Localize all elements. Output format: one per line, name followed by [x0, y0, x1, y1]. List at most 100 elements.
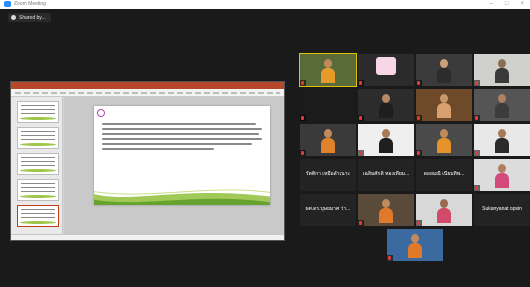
participant-video [495, 59, 509, 83]
participant-tile[interactable] [474, 89, 530, 121]
muted-mic-icon [417, 221, 420, 225]
slide-thumbnail-panel [11, 97, 63, 234]
participant-label [300, 150, 306, 156]
participant-tile[interactable] [416, 89, 472, 121]
shared-screen [10, 81, 285, 241]
participant-label [416, 115, 422, 121]
participant-video [437, 94, 451, 118]
participant-tile[interactable] [416, 194, 472, 226]
window-controls: – □ × [490, 0, 524, 9]
participant-tile[interactable] [358, 54, 414, 86]
slide-body-text [102, 123, 262, 153]
maximize-button[interactable]: □ [505, 0, 509, 9]
participant-video [321, 94, 335, 118]
muted-mic-icon [301, 81, 304, 85]
muted-mic-icon [359, 116, 362, 120]
participant-avatar [376, 57, 396, 75]
participant-video [408, 234, 422, 258]
muted-mic-icon [359, 151, 362, 155]
slide-thumbnail [17, 179, 59, 201]
participant-video [495, 164, 509, 188]
slide-decoration [94, 189, 270, 205]
participant-tile[interactable] [416, 124, 472, 156]
window-title: Zoom Meeting [14, 1, 46, 7]
participant-video [321, 129, 335, 153]
muted-mic-icon [301, 116, 304, 120]
participant-label [358, 220, 364, 226]
powerpoint-ribbon [11, 89, 284, 97]
participant-video [437, 199, 451, 223]
muted-mic-icon [388, 256, 391, 260]
participant-tile[interactable] [474, 54, 530, 86]
slide-thumbnail [17, 153, 59, 175]
participant-name: เฉลิมศักดิ์ ทองเทียม... [362, 171, 410, 177]
participant-video [321, 59, 335, 83]
muted-mic-icon [475, 116, 478, 120]
screen-share-indicator[interactable]: Shared by... [8, 13, 51, 22]
slide-thumbnail [17, 127, 59, 149]
participant-tile[interactable] [300, 124, 356, 156]
participant-tile[interactable] [358, 124, 414, 156]
participant-video [379, 129, 393, 153]
current-slide [94, 106, 270, 205]
participant-label [358, 150, 364, 156]
participant-label [300, 80, 306, 86]
powerpoint-title-bar [11, 82, 284, 89]
participant-label [474, 80, 480, 86]
muted-mic-icon [417, 81, 420, 85]
participant-tile[interactable]: ดอยมณี เนียมทิพ... [416, 159, 472, 191]
slide-canvas [64, 97, 284, 234]
participant-video [495, 94, 509, 118]
participant-label [358, 115, 364, 121]
participant-video [379, 94, 393, 118]
participant-video [495, 129, 509, 153]
participant-tile[interactable] [358, 89, 414, 121]
participant-label [474, 115, 480, 121]
participant-label [300, 115, 306, 121]
muted-mic-icon [417, 116, 420, 120]
participant-label [416, 150, 422, 156]
muted-mic-icon [417, 151, 420, 155]
zoom-logo-icon [4, 1, 11, 7]
participant-tile[interactable] [416, 54, 472, 86]
muted-mic-icon [359, 81, 362, 85]
participant-name: รัตติกา เหมือลำเนาะ [305, 171, 351, 177]
slide-number-badge [97, 109, 105, 117]
participant-name: Sukanyanat opsin [482, 206, 522, 212]
participant-tile[interactable]: รัตติกา เหมือลำเนาะ [300, 159, 356, 191]
participant-tile[interactable] [300, 89, 356, 121]
share-screen-icon [11, 15, 16, 20]
participant-tile[interactable] [299, 53, 357, 87]
muted-mic-icon [475, 81, 478, 85]
participant-label [358, 80, 364, 86]
meeting-area: Shared by... รัตติกา เหมือลำเนาะ เฉลิมศั… [0, 9, 530, 287]
participant-label [474, 185, 480, 191]
participant-label [387, 255, 393, 261]
muted-mic-icon [359, 221, 362, 225]
slide-thumbnail-selected [17, 205, 59, 227]
muted-mic-icon [475, 186, 478, 190]
participant-tile[interactable]: Sukanyanat opsin [474, 194, 530, 226]
participant-tile[interactable] [474, 159, 530, 191]
share-label: Shared by... [19, 14, 46, 21]
participant-tile[interactable] [474, 124, 530, 156]
participant-tile[interactable] [358, 194, 414, 226]
participant-video [437, 129, 451, 153]
muted-mic-icon [301, 151, 304, 155]
participant-name: ดอยมณี เนียมทิพ... [423, 171, 465, 177]
close-button[interactable]: × [520, 0, 524, 9]
participant-video [437, 59, 451, 83]
title-bar: Zoom Meeting – □ × [0, 0, 530, 9]
muted-mic-icon [475, 151, 478, 155]
participant-label [474, 150, 480, 156]
powerpoint-status-bar [11, 234, 284, 240]
participant-name: ผศ.ดร.บุษยมาศ ว่า... [305, 206, 351, 212]
participant-tile[interactable] [387, 229, 443, 261]
participant-video [379, 199, 393, 223]
participant-label [416, 80, 422, 86]
minimize-button[interactable]: – [490, 0, 493, 9]
participant-label [416, 220, 422, 226]
participant-tile[interactable]: ผศ.ดร.บุษยมาศ ว่า... [300, 194, 356, 226]
participant-tile[interactable]: เฉลิมศักดิ์ ทองเทียม... [358, 159, 414, 191]
slide-thumbnail [17, 101, 59, 123]
